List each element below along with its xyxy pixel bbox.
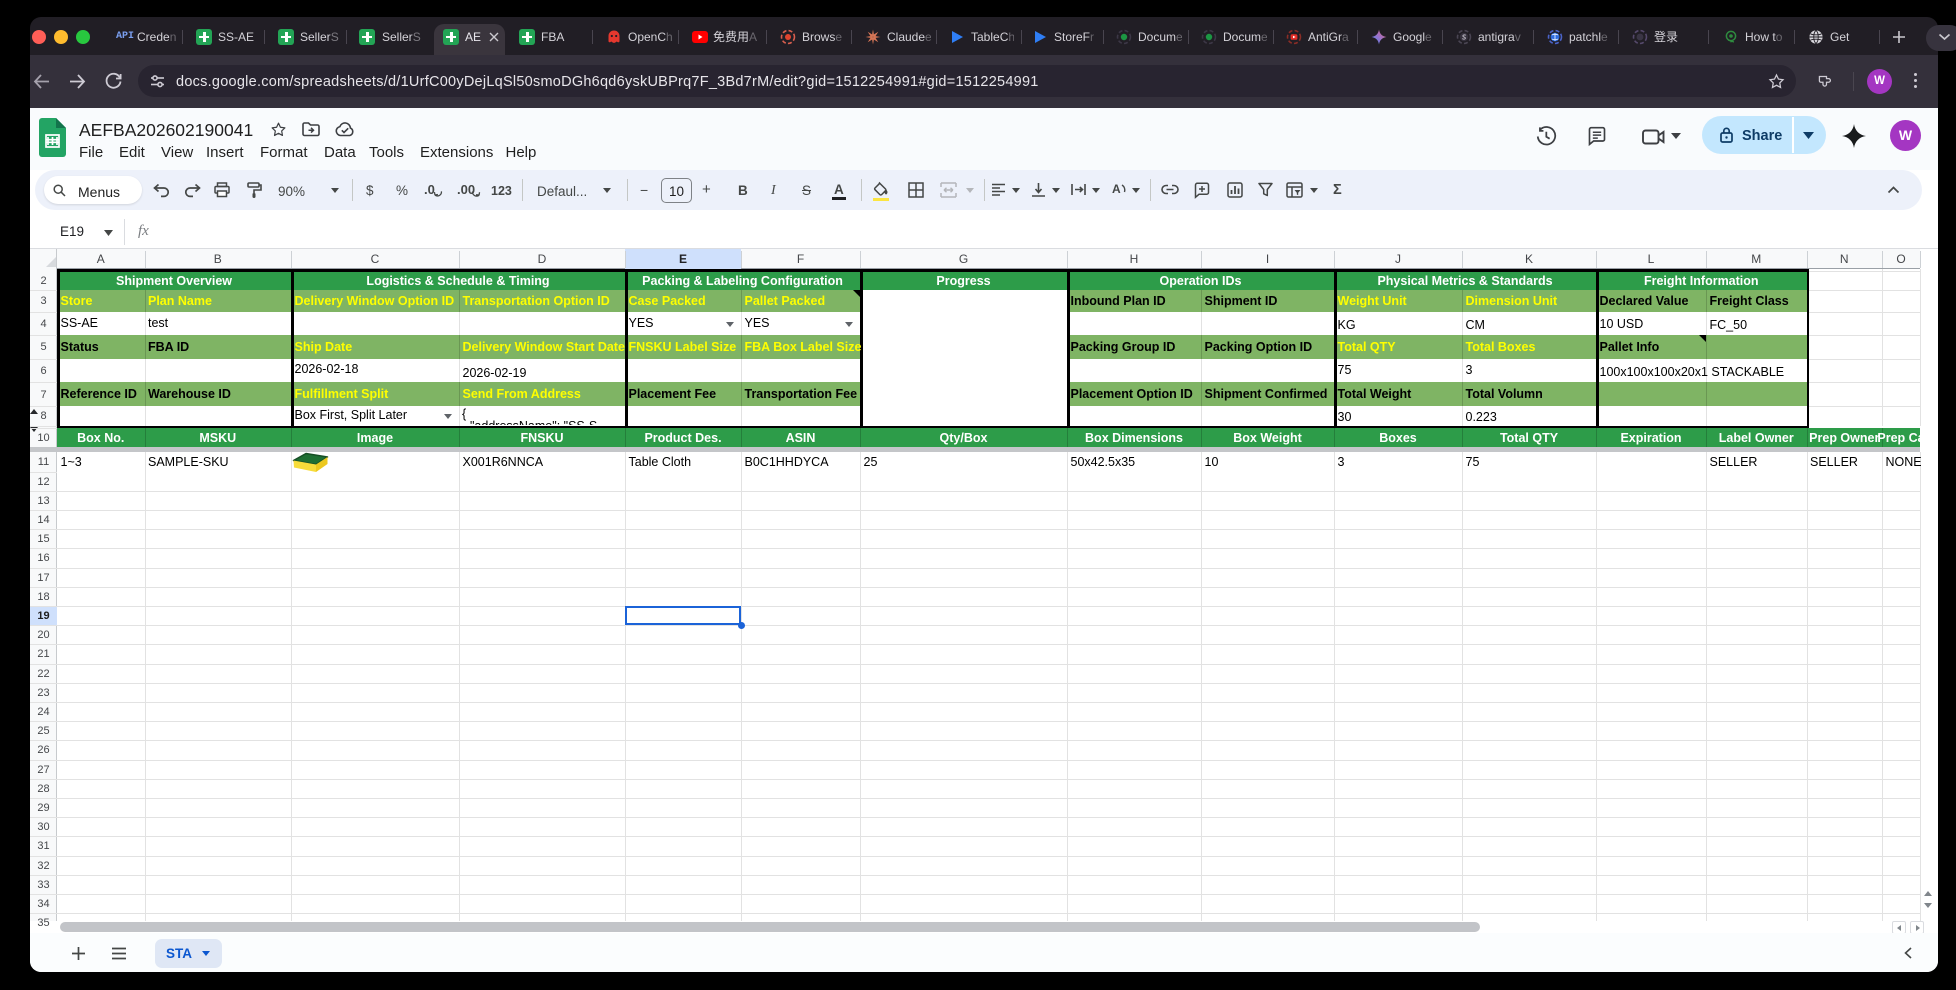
svg-text:A: A xyxy=(1112,182,1121,196)
